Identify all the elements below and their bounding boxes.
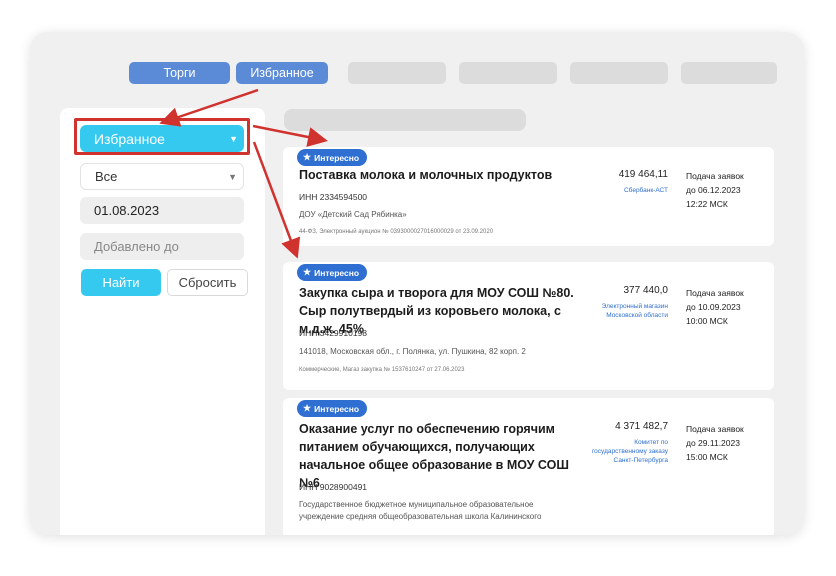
search-bar-placeholder bbox=[284, 109, 526, 131]
tab-placeholder bbox=[570, 62, 668, 84]
tender-deadline-time: 15:00 МСК bbox=[686, 452, 728, 462]
star-icon: ★ bbox=[303, 267, 312, 277]
tender-org: ДОУ «Детский Сад Рябинка» bbox=[299, 210, 407, 219]
tender-card[interactable]: ★ Интересно Поставка молока и молочных пр… bbox=[283, 147, 774, 246]
tender-platform[interactable]: Сбербанк-АСТ bbox=[624, 186, 668, 195]
highlight-box bbox=[74, 118, 250, 155]
interesting-badge: ★ Интересно bbox=[297, 149, 368, 166]
tender-platform[interactable]: Электронный магазин Московской области bbox=[592, 302, 668, 320]
badge-label: Интересно bbox=[314, 403, 360, 414]
tender-card[interactable]: ★ Интересно Закупка сыра и творога для МО… bbox=[283, 262, 774, 390]
tender-deadline-date: до 06.12.2023 bbox=[686, 185, 741, 195]
tab-favorites[interactable]: Избранное bbox=[236, 62, 328, 84]
tender-meta: Коммерческие, Магаз закупка № 1537610247… bbox=[299, 367, 465, 373]
tender-title[interactable]: Поставка молока и молочных продуктов bbox=[299, 166, 599, 184]
find-button[interactable]: Найти bbox=[81, 269, 161, 296]
chevron-down-icon: ▼ bbox=[228, 171, 237, 182]
tender-platform[interactable]: Комитет по государственному заказу Санкт… bbox=[590, 438, 668, 465]
status-select-value: Все bbox=[95, 169, 118, 184]
tab-placeholder bbox=[459, 62, 557, 84]
tender-org: 141018, Московская обл., г. Полянка, ул.… bbox=[299, 347, 526, 356]
tender-price: 4 371 482,7 bbox=[615, 421, 668, 432]
tab-placeholder bbox=[348, 62, 446, 84]
date-from-field[interactable]: 01.08.2023 bbox=[80, 197, 244, 224]
tender-org: Государственное бюджетное муниципальное … bbox=[299, 500, 542, 521]
tender-card[interactable]: ★ Интересно Оказание услуг по обеспечению… bbox=[283, 398, 774, 535]
star-icon: ★ bbox=[303, 403, 312, 413]
tender-inn: ИНН 3429910198 bbox=[299, 328, 368, 338]
badge-label: Интересно bbox=[314, 152, 360, 163]
status-select[interactable]: Все ▼ bbox=[80, 163, 244, 190]
app-window: Торги Избранное Избранное ▼ Все ▼ 01.08.… bbox=[30, 32, 804, 535]
tender-price: 419 464,11 bbox=[618, 169, 668, 180]
tender-inn: ИНН 2334594500 bbox=[299, 192, 368, 202]
tender-meta: 44-ФЗ, Электронный аукцион № 03930000270… bbox=[299, 229, 494, 235]
tender-deadline-label: Подача заявок bbox=[686, 171, 744, 181]
filter-sidebar: Избранное ▼ Все ▼ 01.08.2023 Добавлено д… bbox=[60, 108, 265, 535]
tender-deadline-label: Подача заявок bbox=[686, 424, 744, 434]
date-to-field[interactable]: Добавлено до bbox=[80, 233, 244, 260]
interesting-badge: ★ Интересно bbox=[297, 264, 368, 281]
reset-button[interactable]: Сбросить bbox=[167, 269, 248, 296]
tab-placeholder bbox=[681, 62, 777, 84]
badge-label: Интересно bbox=[314, 267, 360, 278]
tender-inn: ИНН 9028900491 bbox=[299, 482, 368, 492]
tender-deadline-time: 12:22 МСК bbox=[686, 199, 728, 209]
tab-torgi[interactable]: Торги bbox=[129, 62, 230, 84]
tender-deadline-time: 10:00 МСК bbox=[686, 316, 728, 326]
interesting-badge: ★ Интересно bbox=[297, 400, 368, 417]
tender-deadline-label: Подача заявок bbox=[686, 288, 744, 298]
tender-deadline-date: до 29.11.2023 bbox=[686, 438, 740, 448]
star-icon: ★ bbox=[303, 152, 312, 162]
tender-deadline-date: до 10.09.2023 bbox=[686, 302, 741, 312]
tender-price: 377 440,0 bbox=[623, 285, 669, 296]
